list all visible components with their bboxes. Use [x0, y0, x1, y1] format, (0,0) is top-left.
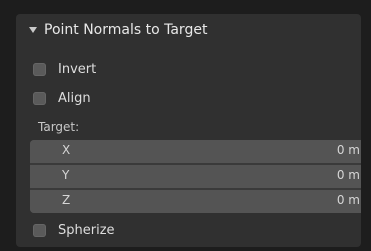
target-x-value: 0 m	[336, 143, 360, 157]
target-z-value: 0 m	[336, 193, 360, 207]
align-label: Align	[58, 90, 91, 106]
target-z-label: Z	[62, 193, 71, 207]
invert-label: Invert	[58, 61, 97, 77]
spherize-option[interactable]: Spherize	[33, 220, 115, 240]
target-x-label: X	[62, 143, 71, 157]
target-y-value: 0 m	[336, 168, 360, 182]
target-vector-field: X 0 m Y 0 m Z 0 m	[30, 140, 361, 213]
panel-header[interactable]: Point Normals to Target	[16, 14, 361, 47]
chevron-down-icon[interactable]	[29, 27, 37, 33]
invert-checkbox[interactable]	[33, 62, 46, 76]
spherize-checkbox[interactable]	[33, 223, 46, 237]
target-y-field[interactable]: Y 0 m	[30, 165, 361, 188]
align-checkbox[interactable]	[33, 91, 46, 105]
invert-option[interactable]: Invert	[33, 59, 96, 79]
operator-panel: Point Normals to Target Invert Align Tar…	[16, 14, 361, 247]
target-label: Target:	[38, 120, 80, 134]
spherize-label: Spherize	[58, 222, 115, 238]
target-z-field[interactable]: Z 0 m	[30, 190, 361, 213]
align-option[interactable]: Align	[33, 88, 91, 108]
target-x-field[interactable]: X 0 m	[30, 140, 361, 163]
target-y-label: Y	[62, 168, 70, 182]
panel-title: Point Normals to Target	[44, 22, 208, 38]
